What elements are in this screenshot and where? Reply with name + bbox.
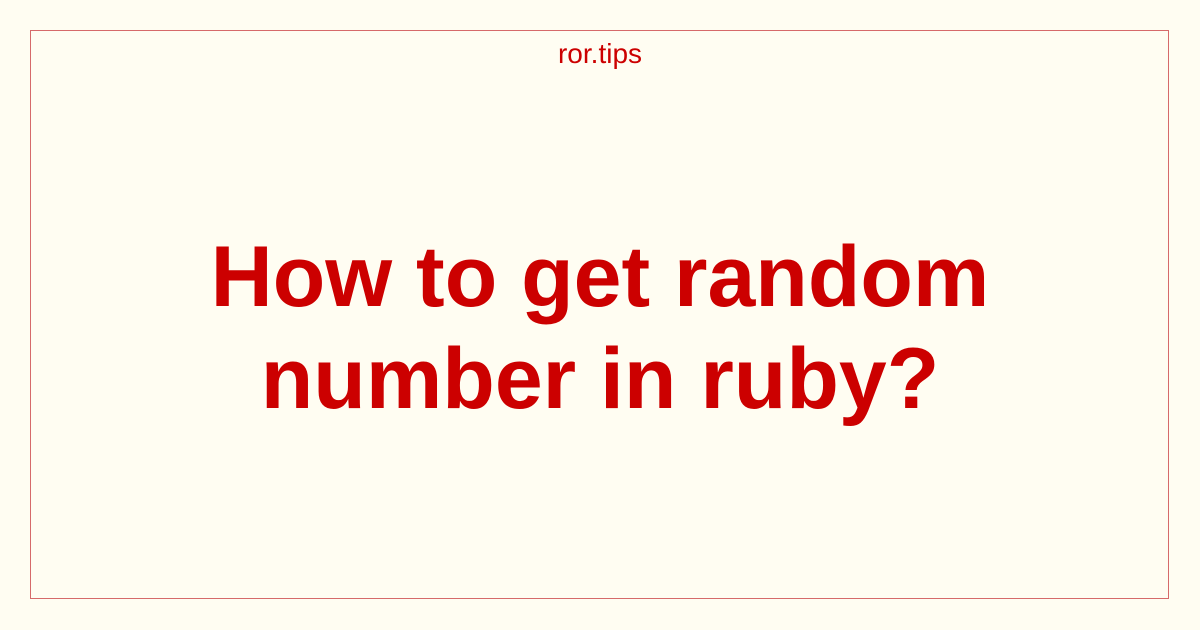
- page-title: How to get random number in ruby?: [0, 226, 1200, 430]
- site-name: ror.tips: [557, 38, 643, 69]
- title-line-2: number in ruby?: [260, 331, 940, 427]
- title-line-1: How to get random: [210, 229, 990, 325]
